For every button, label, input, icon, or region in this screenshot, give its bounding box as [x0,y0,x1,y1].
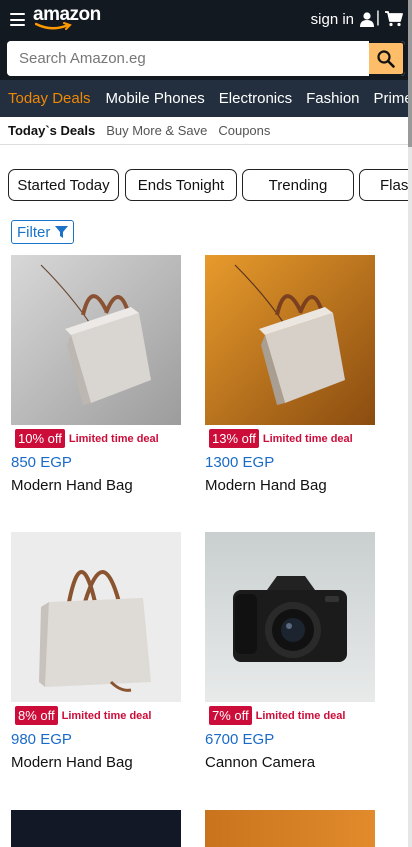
product-name[interactable]: Modern Hand Bag [11,477,133,494]
search-input[interactable] [7,41,369,76]
category-nav: Today Deals Mobile Phones Electronics Fa… [0,80,412,117]
subnav-coupons[interactable]: Coupons [218,123,270,138]
pill-ends-tonight[interactable]: Ends Tonight [125,169,237,201]
category-fashion[interactable]: Fashion [306,90,359,107]
top-header: amazon sign in | [0,0,412,80]
header-separator: | [375,9,380,26]
product-image[interactable] [205,255,375,425]
deal-badges: 8% off Limited time deal [15,706,151,725]
limited-deal-label: Limited time deal [68,432,159,445]
product-price: 1300 EGP [205,454,275,471]
product-image[interactable] [11,255,181,425]
tote-bag-image [11,532,181,702]
product-card[interactable]: 10% off Limited time deal 850 EGP Modern… [11,255,181,494]
pill-flash[interactable]: Flash [359,169,412,201]
product-card[interactable]: 8% off Limited time deal 980 EGP Modern … [11,532,181,771]
discount-badge: 13% off [209,429,259,448]
deal-filter-pills: Started Today Ends Tonight Trending Flas… [8,169,412,202]
category-prime[interactable]: Prime [374,90,412,107]
limited-deal-label: Limited time deal [61,709,152,722]
search-button[interactable] [369,41,405,76]
deal-badges: 7% off Limited time deal [209,706,345,725]
filter-icon [55,226,69,238]
subnav-todays-deals[interactable]: Today`s Deals [8,123,95,138]
signin-label: sign in [310,11,354,28]
product-name[interactable]: Modern Hand Bag [11,754,133,771]
scrollbar-thumb[interactable] [408,0,412,147]
limited-deal-label: Limited time deal [262,432,353,445]
category-electronics[interactable]: Electronics [219,90,292,107]
discount-badge: 10% off [15,429,65,448]
scrollbar[interactable] [408,0,412,847]
user-icon [360,12,374,27]
product-card[interactable]: 13% off Limited time deal 1300 EGP Moder… [205,255,375,494]
cart-icon[interactable] [385,11,403,27]
product-card[interactable]: 7% off Limited time deal 6700 EGP Cannon… [205,532,375,771]
product-image[interactable] [11,532,181,702]
search-bar [7,41,405,76]
product-name[interactable]: Cannon Camera [205,754,315,771]
product-image[interactable] [205,532,375,702]
filter-button[interactable]: Filter [11,220,74,244]
category-mobile-phones[interactable]: Mobile Phones [106,90,205,107]
deal-badges: 10% off Limited time deal [15,429,159,448]
search-icon [377,49,395,68]
product-price: 6700 EGP [205,731,275,748]
subnav-buy-more-save[interactable]: Buy More & Save [106,123,207,138]
product-image[interactable] [205,810,375,847]
pill-started-today[interactable]: Started Today [8,169,119,201]
filter-label: Filter [17,223,51,241]
product-thumbnail [11,810,181,847]
deal-badges: 13% off Limited time deal [209,429,353,448]
signin-button[interactable]: sign in [311,11,374,28]
menu-icon[interactable] [10,13,25,26]
logo-smile-icon [35,22,72,30]
pill-trending[interactable]: Trending [242,169,354,201]
product-price: 850 EGP [11,454,72,471]
amazon-logo[interactable]: amazon [33,5,101,33]
handbag-image [205,255,375,425]
handbag-image [11,255,181,425]
camera-image [205,532,375,702]
category-today-deals[interactable]: Today Deals [8,90,91,107]
deals-subnav: Today`s Deals Buy More & Save Coupons [0,117,412,145]
product-image[interactable] [11,810,181,847]
product-price: 980 EGP [11,731,72,748]
product-thumbnail [205,810,375,847]
discount-badge: 8% off [15,706,58,725]
discount-badge: 7% off [209,706,252,725]
limited-deal-label: Limited time deal [255,709,346,722]
product-name[interactable]: Modern Hand Bag [205,477,327,494]
